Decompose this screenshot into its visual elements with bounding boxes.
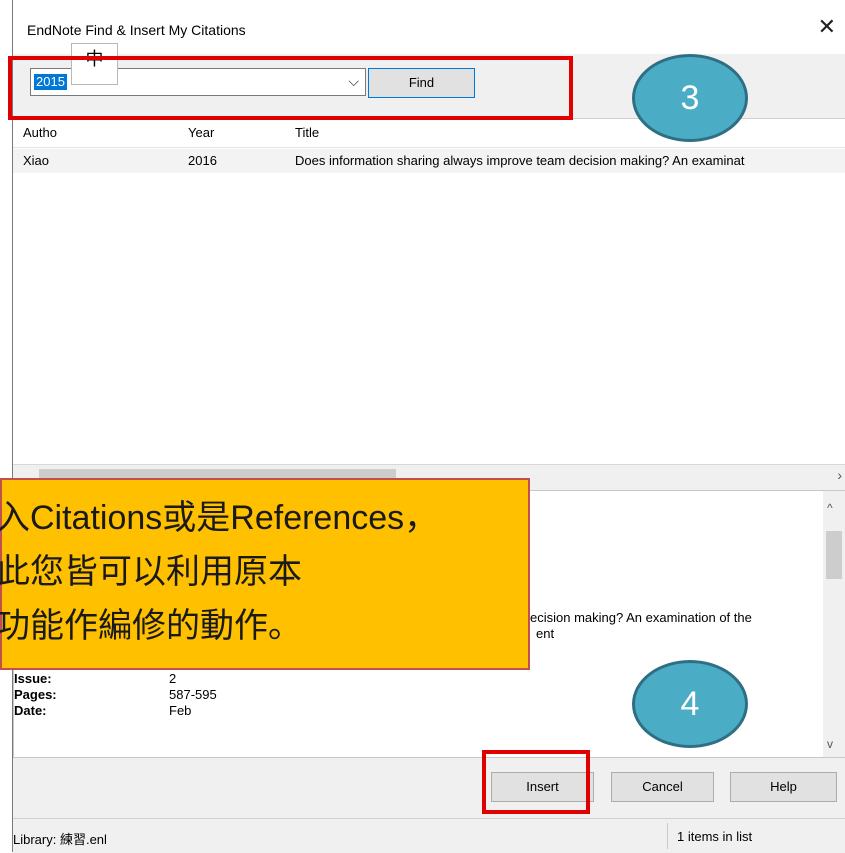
field-value: 2 bbox=[169, 671, 177, 686]
callout-line-3: 功能作編修的動作。 bbox=[0, 607, 302, 645]
cancel-button[interactable]: Cancel bbox=[611, 772, 714, 802]
title-bar: EndNote Find & Insert My Citations ✕ bbox=[13, 0, 845, 54]
vertical-scrollbar[interactable]: ^ v bbox=[823, 491, 845, 757]
preview-title-line-2: ent bbox=[536, 626, 555, 641]
status-divider bbox=[667, 823, 668, 849]
button-bar: Insert Cancel Help bbox=[13, 758, 845, 818]
library-name: Library: 練習.enl bbox=[13, 832, 107, 847]
row-year: 2016 bbox=[188, 153, 217, 168]
vertical-scroll-thumb[interactable] bbox=[826, 531, 842, 579]
highlight-box-search bbox=[8, 56, 573, 120]
window-title: EndNote Find & Insert My Citations bbox=[27, 22, 246, 38]
status-bar: Library: 練習.enl 1 items in list bbox=[13, 818, 845, 853]
step-badge-4: 4 bbox=[632, 660, 748, 748]
scroll-right-icon[interactable]: › bbox=[837, 467, 842, 483]
column-header-author[interactable]: Autho bbox=[23, 125, 57, 140]
annotation-callout: 入Citations或是References， 此您皆可以利用原本 功能作編修的… bbox=[0, 478, 530, 670]
item-count: 1 items in list bbox=[677, 829, 753, 844]
field-value: 587-595 bbox=[169, 687, 217, 702]
highlight-box-insert bbox=[482, 750, 590, 814]
callout-line-2: 此您皆可以利用原本 bbox=[0, 553, 302, 591]
callout-line-1: 入Citations或是References， bbox=[0, 499, 439, 537]
field-key: Pages: bbox=[14, 687, 57, 702]
column-header-year[interactable]: Year bbox=[188, 125, 214, 140]
preview-title-line-1: ecision making? An examination of the bbox=[530, 610, 752, 625]
scroll-down-icon[interactable]: v bbox=[827, 737, 833, 751]
step-badge-3: 3 bbox=[632, 54, 748, 142]
field-value: Feb bbox=[169, 703, 192, 718]
results-list: Autho Year Title Xiao 2016 Does informat… bbox=[13, 118, 845, 465]
column-header-title[interactable]: Title bbox=[295, 125, 319, 140]
row-title: Does information sharing always improve … bbox=[295, 153, 745, 168]
field-key: Date: bbox=[14, 703, 47, 718]
row-author: Xiao bbox=[23, 153, 50, 168]
close-icon[interactable]: ✕ bbox=[818, 16, 836, 38]
field-key: Issue: bbox=[14, 671, 52, 686]
table-row[interactable]: Xiao 2016 Does information sharing alway… bbox=[13, 149, 845, 173]
help-button[interactable]: Help bbox=[730, 772, 837, 802]
scroll-up-icon[interactable]: ^ bbox=[827, 501, 833, 515]
